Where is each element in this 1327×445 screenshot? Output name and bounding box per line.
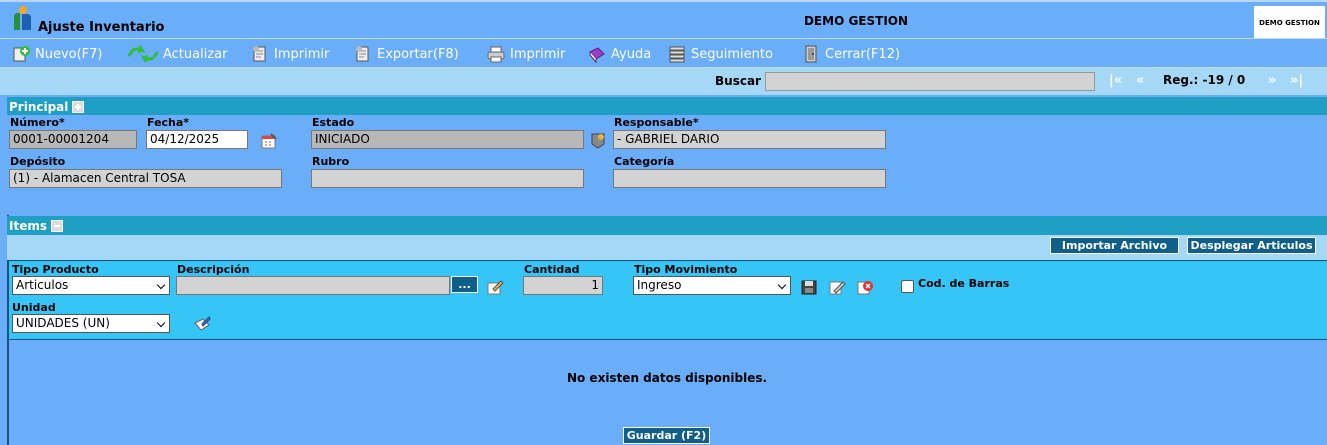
browse-button[interactable]: ...: [451, 276, 478, 293]
tracking-button[interactable]: Seguimiento: [667, 43, 773, 65]
tipo-producto-select[interactable]: Articulos: [12, 276, 170, 295]
prev-record-button[interactable]: «: [1136, 73, 1144, 88]
tipo-movimiento-label: Tipo Movimiento: [634, 263, 738, 276]
next-record-button[interactable]: »: [1268, 73, 1276, 88]
fecha-label: Fecha*: [147, 116, 190, 129]
unidad-label: Unidad: [12, 301, 56, 314]
principal-header: Principal: [7, 97, 1327, 116]
print-preview-button[interactable]: Imprimir: [486, 43, 565, 65]
items-actions-bar: Importar Archivo Desplegar Articulos: [7, 235, 1327, 260]
refresh-icon: [127, 45, 159, 63]
window-title: Ajuste Inventario: [38, 20, 165, 35]
print-button[interactable]: Imprimir: [250, 43, 329, 65]
last-record-button[interactable]: »|: [1290, 73, 1303, 88]
estado-label: Estado: [312, 116, 355, 129]
status-icon[interactable]: [588, 130, 608, 150]
descripcion-label: Descripción: [177, 263, 250, 276]
numero-field[interactable]: 0001-00001204: [9, 130, 137, 149]
help-button[interactable]: Ayuda: [587, 43, 651, 65]
items-entry-form: Tipo Producto Articulos Descripción ... …: [7, 260, 1327, 340]
descripcion-field[interactable]: [176, 276, 450, 295]
new-label: Nuevo(F7): [35, 46, 103, 62]
edit-note-icon[interactable]: [485, 277, 505, 297]
tracking-label: Seguimiento: [691, 46, 773, 62]
responsable-field[interactable]: - GABRIEL DARIO: [613, 130, 886, 149]
refresh-label: Actualizar: [163, 46, 228, 62]
help-book-icon: [589, 47, 605, 64]
record-counter: Reg.: -19 / 0: [1163, 73, 1246, 87]
principal-title: Principal: [9, 99, 69, 114]
export-button[interactable]: Exportar(F8): [353, 43, 459, 65]
tipo-movimiento-select[interactable]: Ingreso: [633, 276, 791, 295]
estado-field[interactable]: INICIADO: [311, 130, 584, 149]
principal-panel: Número* 0001-00001204 Fecha* 04/12/2025 …: [7, 115, 1327, 215]
report-icon: [253, 46, 266, 62]
items-header: Items: [7, 216, 1327, 235]
refresh-button[interactable]: Actualizar: [127, 43, 227, 65]
company-logo: DEMO GESTION: [1254, 6, 1325, 39]
save-disk-icon[interactable]: [799, 277, 819, 297]
fecha-field[interactable]: 04/12/2025: [146, 130, 248, 149]
expand-icon[interactable]: [72, 100, 85, 113]
app-logo-icon: [14, 6, 31, 30]
calendar-icon[interactable]: [259, 131, 279, 151]
door-icon: [805, 45, 817, 63]
new-button[interactable]: Nuevo(F7): [11, 43, 103, 65]
cantidad-field[interactable]: 1: [523, 276, 603, 295]
deposito-field[interactable]: (1) - Alamacen Central TOSA: [9, 169, 282, 188]
show-articles-button[interactable]: Desplegar Articulos: [1187, 237, 1316, 254]
title-bar: Ajuste Inventario DEMO GESTION DEMO GEST…: [0, 0, 1327, 39]
printer-icon: [487, 46, 505, 63]
print-label: Imprimir: [274, 46, 330, 62]
print-preview-label: Imprimir: [510, 46, 566, 62]
search-input[interactable]: [765, 72, 1095, 91]
export-label: Exportar(F8): [377, 46, 459, 62]
toolbar: Nuevo(F7) Actualizar Imprimir Exportar(F…: [0, 38, 1327, 68]
barcode-checkbox[interactable]: [901, 280, 914, 293]
cantidad-label: Cantidad: [524, 263, 580, 276]
search-label: Buscar: [715, 74, 761, 88]
numero-label: Número*: [10, 116, 65, 129]
first-record-button[interactable]: |«: [1109, 73, 1122, 88]
responsable-label: Responsable*: [614, 116, 699, 129]
categoria-field[interactable]: [613, 169, 886, 188]
save-button[interactable]: Guardar (F2): [623, 427, 710, 444]
collapse-icon[interactable]: [51, 219, 63, 232]
stack-icon: [669, 46, 685, 63]
close-button[interactable]: Cerrar(F12): [801, 43, 900, 65]
export-icon: [356, 46, 369, 62]
unidad-select[interactable]: UNIDADES (UN): [12, 314, 170, 333]
rubro-label: Rubro: [312, 155, 350, 168]
rubro-field[interactable]: [311, 169, 584, 188]
delete-icon[interactable]: [855, 277, 875, 297]
categoria-label: Categoría: [614, 155, 675, 168]
barcode-label: Cod. de Barras: [918, 277, 1010, 290]
search-bar: Buscar |« « Reg.: -19 / 0 » »|: [0, 68, 1327, 95]
company-name: DEMO GESTION: [803, 14, 909, 28]
new-document-icon: [13, 46, 30, 62]
items-title: Items: [9, 218, 47, 233]
empty-message: No existen datos disponibles.: [566, 371, 768, 385]
tipo-producto-label: Tipo Producto: [12, 263, 99, 276]
help-label: Ayuda: [611, 46, 652, 62]
edit-pencil-icon[interactable]: [827, 277, 847, 297]
deposito-label: Depósito: [10, 155, 66, 168]
unit-edit-icon[interactable]: [192, 314, 212, 334]
close-label: Cerrar(F12): [825, 46, 901, 62]
import-file-button[interactable]: Importar Archivo: [1050, 237, 1179, 254]
